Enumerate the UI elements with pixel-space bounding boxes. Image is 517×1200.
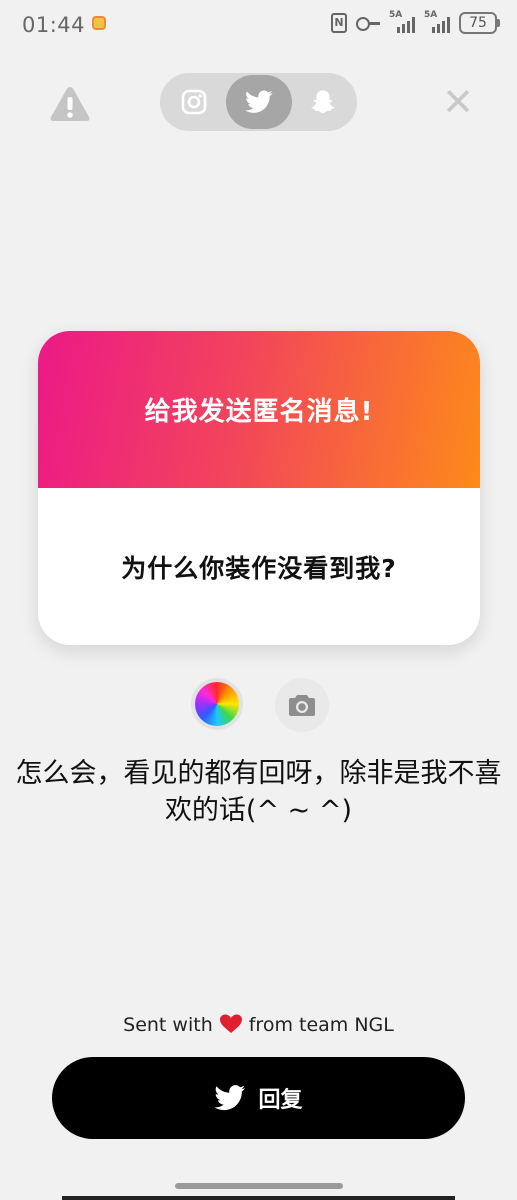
- color-wheel-icon: [195, 682, 239, 726]
- camera-button[interactable]: [275, 678, 329, 732]
- close-button[interactable]: ✕: [436, 80, 480, 124]
- sent-with-line: Sent with from team NGL: [0, 1014, 517, 1036]
- sent-with-suffix: from team NGL: [248, 1014, 394, 1036]
- card-header: 给我发送匿名消息!: [38, 331, 480, 488]
- vpn-key-icon: [356, 16, 380, 31]
- screen: 01:44 N 5A 5A 75 ✕ 给我发送匿名消息! 为什么你装作没看到我?…: [0, 0, 517, 1200]
- twitter-icon: [245, 90, 273, 113]
- signal-icon: 5A: [424, 10, 450, 33]
- snapchat-icon: [311, 90, 335, 114]
- bottom-edge: [62, 1196, 455, 1200]
- heart-icon: [219, 1014, 242, 1033]
- reply-button[interactable]: 回复: [52, 1057, 465, 1139]
- snapchat-tab[interactable]: [290, 75, 356, 129]
- camera-icon: [289, 695, 315, 716]
- reply-button-label: 回复: [258, 1088, 303, 1113]
- question-card: 给我发送匿名消息! 为什么你装作没看到我?: [38, 331, 480, 645]
- twitter-icon: [214, 1085, 246, 1111]
- card-title: 给我发送匿名消息!: [144, 397, 374, 427]
- status-icons: N 5A 5A 75: [331, 10, 500, 34]
- instagram-tab[interactable]: [161, 75, 227, 129]
- nfc-icon: N: [331, 13, 347, 33]
- status-bar: 01:44 N 5A 5A 75: [0, 0, 517, 50]
- status-time: 01:44: [22, 13, 86, 37]
- sent-with-prefix: Sent with: [123, 1014, 213, 1036]
- warning-icon: [50, 87, 90, 121]
- close-icon: ✕: [442, 80, 474, 124]
- signal-icon: 5A: [389, 10, 415, 33]
- battery-icon: 75: [459, 12, 500, 34]
- notification-app-icon: [92, 16, 106, 30]
- card-body: 为什么你装作没看到我?: [38, 488, 480, 645]
- report-button[interactable]: [48, 84, 92, 124]
- color-picker-button[interactable]: [191, 678, 243, 730]
- home-indicator[interactable]: [175, 1183, 343, 1189]
- card-question: 为什么你装作没看到我?: [121, 553, 397, 583]
- reply-text: 怎么会，看见的都有回呀，除非是我不喜欢的话(^ ~ ^): [15, 758, 502, 826]
- platform-switch: [160, 73, 357, 131]
- instagram-icon: [181, 89, 207, 115]
- twitter-tab[interactable]: [226, 75, 292, 129]
